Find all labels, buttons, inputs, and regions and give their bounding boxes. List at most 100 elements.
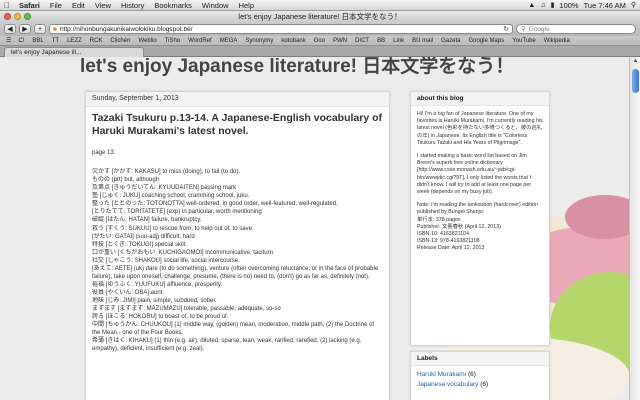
label-item: Haruki Murakami (6) — [417, 370, 543, 380]
menu-file[interactable]: File — [45, 1, 67, 10]
menu-history[interactable]: History — [116, 1, 149, 10]
back-icon: ◀ — [7, 26, 13, 33]
apple-icon[interactable]:  — [0, 1, 14, 10]
site-favicon: ■ — [53, 25, 57, 33]
bookmark-item[interactable]: Google Maps — [465, 38, 509, 44]
page-label: page 13: — [92, 150, 116, 157]
search-field[interactable]: ⚲ Google — [516, 24, 636, 34]
blog-header-title[interactable]: let's enjoy Japanese literature! 日本文学をなう… — [80, 57, 514, 78]
zoom-window-button[interactable] — [24, 13, 31, 20]
vocab-entry: [あえて: AETE] (uk) dare (to do something),… — [92, 265, 379, 280]
blog-post: Sunday, September 1, 2013 Tazaki Tsukuru… — [85, 91, 390, 400]
bookmark-item[interactable]: BB — [373, 38, 389, 44]
browser-toolbar: ◀ ▶ + ■ http://nihonbungakunikaiwolokiku… — [0, 22, 640, 36]
address-text: http://nihonbungakunikaiwolokiku.blogspo… — [59, 25, 193, 33]
tab-bar: let's enjoy Japanese lit... — [0, 46, 640, 57]
vocab-entry: 救う [すくう: SUKUU] to rescue from, to help … — [92, 225, 254, 232]
menu-edit[interactable]: Edit — [67, 1, 90, 10]
tab-active[interactable]: let's enjoy Japanese lit... — [4, 47, 144, 57]
bookmark-item[interactable]: TT — [48, 38, 63, 44]
bookmark-item[interactable]: TiSho — [161, 38, 184, 44]
bookmark-item[interactable]: C! — [14, 38, 28, 44]
vocab-entry: 特技 [とくぎ: TOKUGI] special skill. — [92, 241, 187, 248]
about-paragraph: Note: I'm reading the tankoubon (hardcov… — [417, 202, 538, 216]
battery-icon[interactable]: ▮ — [551, 1, 555, 9]
label-item: Japanese vocabulary (6) — [417, 380, 543, 390]
bookmark-item[interactable]: Goo — [310, 38, 329, 44]
scroll-thumb[interactable] — [632, 69, 639, 93]
vocab-entry: ものの (prt) but, although — [92, 177, 160, 184]
label-count: (6) — [480, 381, 489, 389]
page-scrollbar[interactable]: ▲ — [629, 57, 640, 400]
window-title-bar: let's enjoy Japanese literature! 日本文学をなう… — [0, 11, 640, 22]
spotlight-icon[interactable]: ⚲ — [631, 1, 636, 9]
post-body: page 13: 欠かす [かかす: KAKASU] to miss (doin… — [86, 149, 389, 353]
bookmark-item[interactable]: Weblio — [134, 38, 160, 44]
window-title: let's enjoy Japanese literature! 日本文学をなう… — [238, 12, 402, 21]
bookmark-item[interactable]: Gazeta — [437, 38, 464, 44]
clock[interactable]: Tue 7:46 AM — [584, 1, 626, 10]
plus-icon: + — [37, 25, 43, 33]
volume-icon[interactable]: ♫ — [540, 2, 545, 9]
about-paragraph: Hi! I'm a big fan of Japanese literature… — [417, 111, 543, 146]
vocab-entry: [とりたてて: TORITATETE] (exp) in particular,… — [92, 209, 262, 216]
vocab-entry: 役員 [やくいん: OBA] aunt. — [92, 289, 165, 296]
menu-bookmarks[interactable]: Bookmarks — [149, 1, 197, 10]
bookmark-item[interactable]: WordRef — [184, 38, 216, 44]
book-info-line: Publisher: 文藝春秋 (April 12, 2013) — [417, 223, 501, 230]
bookmarks-bar: ☰ C! BBL TT LEZZ RCK Clichén Weblio TiSh… — [0, 36, 640, 46]
bookmark-item[interactable]: kotobank — [277, 38, 309, 44]
bookmark-item[interactable]: Wikipedia — [540, 38, 574, 44]
vocab-entry: 整った [ととのった: TOTONOTTA] well-ordered, in … — [92, 201, 338, 208]
wifi-icon[interactable]: ▲ — [528, 2, 535, 9]
book-info-line: Release Date: April 12, 2013 — [417, 245, 485, 252]
bookmark-item[interactable]: LEZZ — [63, 38, 86, 44]
bookmark-item[interactable]: PWN — [329, 38, 351, 44]
bookmark-item[interactable]: YouTube — [508, 38, 540, 44]
book-info-line: 単行本: 378 pages — [417, 216, 461, 223]
about-paragraph: I started making a basic word list based… — [417, 153, 532, 196]
menu-view[interactable]: View — [90, 1, 116, 10]
forward-button[interactable]: ▶ — [19, 24, 31, 34]
vocab-entry: 口が重い [くちがおもい: KUCHIGAOMOI] incommunicati… — [92, 249, 273, 256]
minimize-window-button[interactable] — [14, 13, 21, 20]
labels-widget: Labels Haruki Murakami (6) Japanese voca… — [410, 351, 550, 400]
battery-percent: 100% — [559, 0, 579, 10]
window-controls — [4, 13, 31, 20]
post-date: Sunday, September 1, 2013 — [86, 92, 389, 107]
vocab-entry: 社交 [しゃこう: SHAKOU] social life, social in… — [92, 257, 240, 264]
menu-help[interactable]: Help — [234, 1, 259, 10]
bookmark-item[interactable]: Link — [389, 38, 408, 44]
refresh-icon[interactable]: ↻ — [503, 25, 509, 33]
bookmark-list-icon[interactable]: ☰ — [3, 37, 14, 44]
bookmark-item[interactable]: MEGA — [216, 38, 242, 44]
menu-safari[interactable]: Safari — [14, 1, 45, 10]
vocab-entry: 及第点 [きゅうだいてん: KYUUDAITEN] passing mark — [92, 185, 237, 192]
vocab-entry: 裕福 [ゆうふく: YUUFUKU] affluence, prosperity… — [92, 281, 223, 288]
about-heading: about this blog — [411, 92, 549, 106]
address-bar[interactable]: ■ http://nihonbungakunikaiwolokiku.blogs… — [49, 24, 513, 34]
status-area: ▲ ♫ ▮ 100% Tue 7:46 AM ⚲ — [528, 1, 640, 10]
close-window-button[interactable] — [4, 13, 11, 20]
bookmark-item[interactable]: BBL — [28, 38, 47, 44]
web-page: let's enjoy Japanese literature! 日本文学をなう… — [0, 57, 629, 400]
vocab-entry: まずまず [まずまず: MAZUMAZU] tolerable, passabl… — [92, 305, 281, 312]
book-info-line: ISBN-10: 4163821104 — [417, 231, 470, 238]
vocab-entry: 破綻 [はたん: HATAN] failure, bankruptcy. — [92, 217, 202, 224]
menu-window[interactable]: Window — [197, 1, 234, 10]
add-bookmark-button[interactable]: + — [34, 24, 46, 34]
bookmark-item[interactable]: RCK — [86, 38, 107, 44]
book-info-line: ISBN-13: 978-4163821108 — [417, 238, 480, 245]
labels-heading: Labels — [411, 352, 549, 366]
labels-list: Haruki Murakami (6) Japanese vocabulary … — [411, 366, 549, 394]
label-link[interactable]: Japanese vocabulary — [417, 381, 478, 388]
back-button[interactable]: ◀ — [4, 24, 16, 34]
vocab-entry: 塾 [じゅく: JUKU] coaching school, cramming … — [92, 193, 250, 200]
post-title[interactable]: Tazaki Tsukuru p.13-14. A Japanese-Engli… — [86, 107, 389, 138]
scroll-up-arrow-icon[interactable]: ▲ — [631, 58, 640, 66]
bookmark-item[interactable]: BU mail — [408, 38, 437, 44]
bookmark-item[interactable]: DICT — [351, 38, 373, 44]
label-link[interactable]: Haruki Murakami — [417, 371, 466, 378]
bookmark-item[interactable]: Synonymy — [241, 38, 277, 44]
bookmark-item[interactable]: Clichén — [106, 38, 134, 44]
